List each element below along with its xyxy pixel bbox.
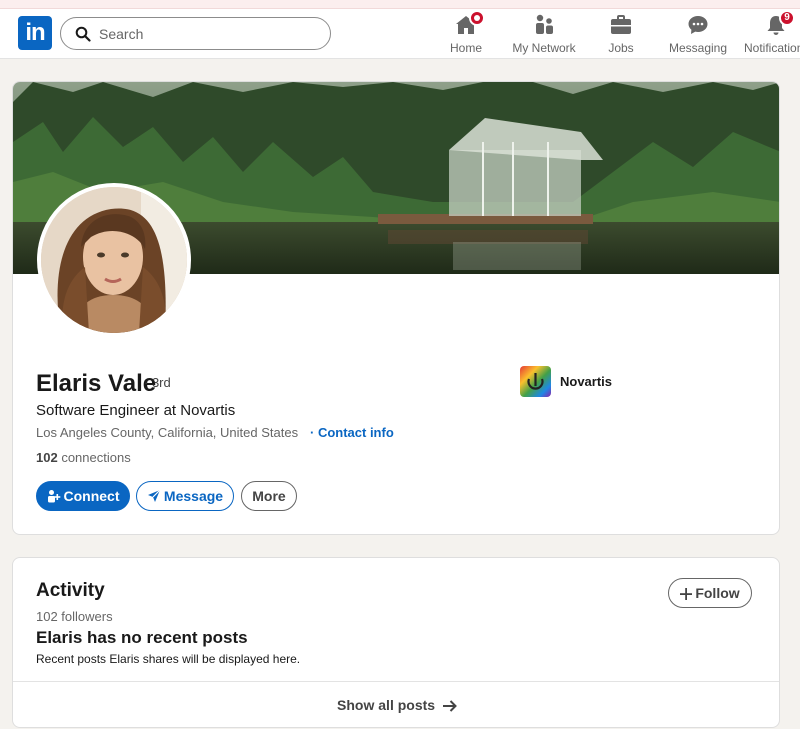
no-posts-title: Elaris has no recent posts	[36, 628, 248, 647]
connections-label: connections	[61, 450, 131, 465]
follow-button[interactable]: Follow	[668, 578, 752, 608]
more-button[interactable]: More	[241, 481, 297, 511]
connections-count: 102 connections	[36, 450, 131, 465]
arrow-right-icon	[442, 700, 457, 712]
people-icon	[532, 13, 556, 37]
nav-my-network[interactable]: My Network	[506, 13, 582, 57]
home-notification-dot	[469, 10, 485, 26]
briefcase-icon	[609, 13, 633, 37]
profile-location: Los Angeles County, California, United S…	[36, 425, 299, 440]
add-person-icon	[47, 490, 60, 503]
nav-messaging-label: Messaging	[668, 41, 728, 55]
activity-card: Activity 102 followers Elaris has no rec…	[12, 557, 780, 728]
home-icon	[454, 10, 485, 37]
message-label: Message	[163, 488, 224, 504]
connect-button[interactable]: Connect	[36, 481, 130, 511]
profile-avatar[interactable]	[37, 183, 191, 337]
message-button[interactable]: Message	[136, 481, 234, 511]
nav-messaging[interactable]: Messaging	[660, 13, 736, 57]
nav-notifications[interactable]: 9 Notifications	[738, 10, 800, 57]
nav-notifications-label: Notifications	[744, 41, 800, 55]
plus-icon	[680, 588, 693, 600]
activity-title: Activity	[36, 580, 105, 601]
profile-card: Elaris Vale · 3rd Software Engineer at N…	[12, 81, 780, 535]
browser-top-strip	[0, 0, 800, 9]
send-icon	[147, 489, 161, 502]
nav-home[interactable]: Home	[428, 10, 504, 57]
show-all-posts-label: Show all posts	[337, 697, 436, 713]
follow-label: Follow	[695, 585, 740, 601]
search-icon	[75, 26, 91, 42]
search-bar[interactable]	[60, 17, 331, 50]
company-name: Novartis	[560, 374, 613, 389]
nav-jobs[interactable]: Jobs	[583, 13, 659, 57]
nav-home-label: Home	[449, 41, 482, 55]
top-navbar: in Home My Network	[0, 9, 800, 59]
connections-number: 102	[36, 450, 58, 465]
followers-count: 102 followers	[36, 609, 113, 624]
chat-icon	[686, 13, 710, 37]
current-company[interactable]: Novartis	[520, 366, 700, 398]
connect-label: Connect	[63, 488, 120, 504]
no-posts-description: Recent posts Elaris shares will be displ…	[36, 652, 301, 666]
nav-jobs-label: Jobs	[608, 41, 634, 55]
profile-name: Elaris Vale	[36, 370, 157, 397]
notifications-count-badge: 9	[779, 10, 795, 26]
profile-headline: Software Engineer at Novartis	[36, 402, 236, 419]
novartis-logo-icon	[520, 366, 551, 397]
bell-icon: 9	[764, 10, 795, 37]
search-input[interactable]	[99, 23, 319, 45]
nav-my-network-label: My Network	[512, 41, 576, 55]
contact-info-link[interactable]: · Contact info	[310, 425, 394, 440]
linkedin-logo[interactable]: in	[18, 16, 52, 50]
connection-degree: · 3rd	[144, 375, 171, 390]
show-all-posts-button[interactable]: Show all posts	[13, 682, 779, 727]
